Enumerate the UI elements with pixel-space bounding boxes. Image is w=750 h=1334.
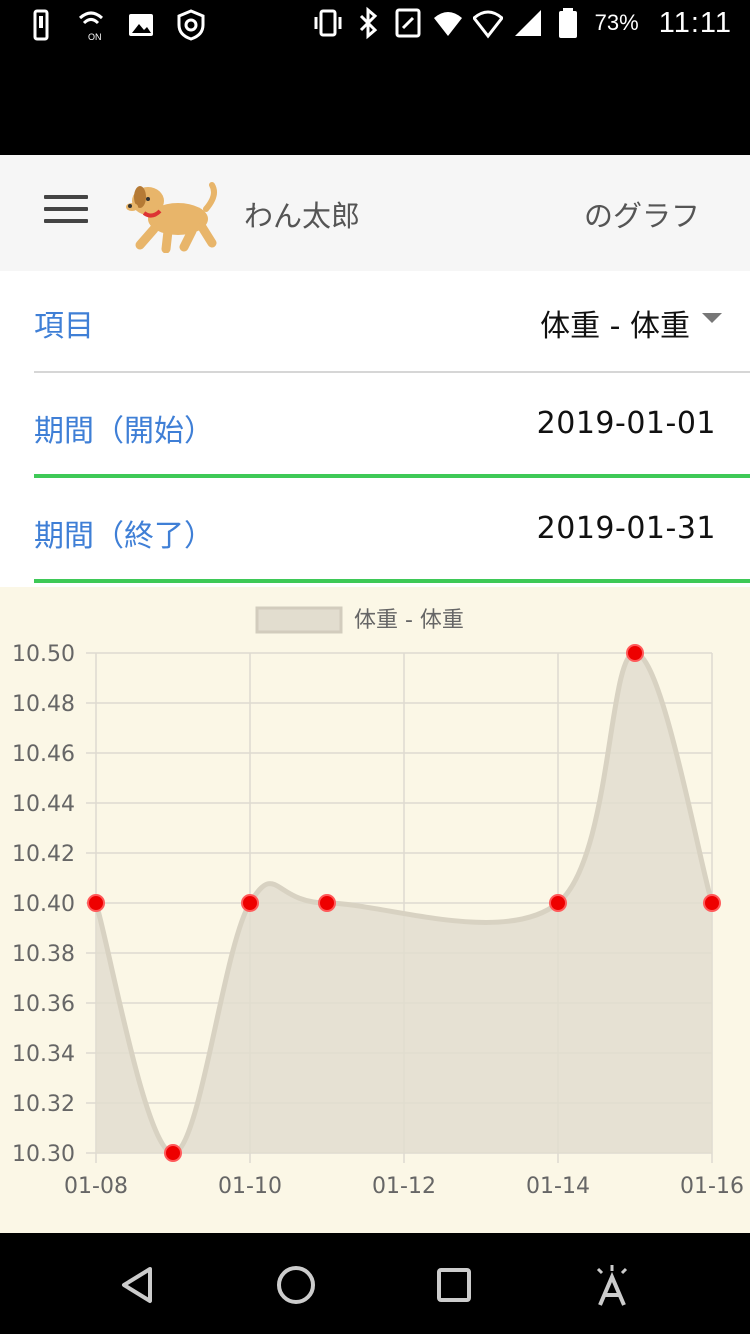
hamburger-menu-icon[interactable] [44,195,88,231]
period-start-label: 期間（開始） [34,414,214,449]
y-tick-label: 10.32 [12,1092,75,1117]
data-point[interactable] [164,1144,182,1162]
battery-percent: 73% [594,10,639,35]
status-system: 73% 11:11 [313,6,732,40]
system-nav-bar [0,1233,750,1334]
app-toolbar: わん太郎 のグラフ [0,155,750,271]
y-tick-label: 10.44 [12,792,75,817]
data-point[interactable] [549,894,567,912]
y-tick-label: 10.38 [12,942,75,967]
weight-chart: 10.50 10.48 10.46 10.44 10.42 10.40 10.38 10.36… [0,587,750,1233]
graph-title-suffix: のグラフ [583,199,700,233]
chart-canvas: 10.50 10.48 10.46 10.44 10.42 10.40 10.38 10.36… [12,606,744,1199]
chart-legend[interactable]: 体重 - 体重 [255,606,464,634]
status-notifications: ON [26,8,206,42]
usb-icon [33,9,49,41]
wifi-icon [433,12,462,36]
cell-signal-icon [514,10,541,36]
period-end-row[interactable]: 期間（終了） 2019-01-31 [34,481,750,583]
y-tick-label: 10.42 [12,842,75,867]
y-tick-label: 10.50 [12,642,75,667]
accessibility-icon[interactable] [590,1263,634,1307]
y-tick-label: 10.46 [12,742,75,767]
data-point[interactable] [241,894,259,912]
data-point[interactable] [318,894,336,912]
period-end-underline [34,579,750,583]
period-start-row[interactable]: 期間（開始） 2019-01-01 [34,376,750,478]
header-spacer [0,52,750,155]
svg-text:ON: ON [88,32,102,42]
dog-icon [126,182,217,253]
period-end-label: 期間（終了） [34,519,214,554]
data-point[interactable] [703,894,721,912]
dropdown-arrow-icon[interactable] [702,313,722,323]
graph-settings-form: 項目 体重 - 体重 期間（開始） 2019-01-01 期間（終了） 2019… [0,271,750,587]
data-point[interactable] [626,644,644,662]
x-tick-label: 01-10 [218,1174,282,1199]
legend-label: 体重 - 体重 [354,608,464,633]
period-start-input[interactable]: 2019-01-01 [537,406,716,441]
bluetooth-icon [359,6,377,40]
legend-swatch [255,606,343,634]
y-tick-label: 10.40 [12,892,75,917]
y-tick-label: 10.36 [12,992,75,1017]
battery-icon [558,8,577,38]
clock: 11:11 [658,6,732,39]
item-select-value[interactable]: 体重 - 体重 [540,301,690,345]
item-label: 項目 [34,309,94,344]
home-icon[interactable] [274,1263,318,1307]
shield-icon [177,9,205,41]
image-icon [129,14,153,36]
data-point[interactable] [87,894,105,912]
recent-apps-icon[interactable] [432,1263,476,1307]
x-axis-ticks: 01-08 01-10 01-12 01-14 01-16 [64,1174,744,1199]
pet-name: わん太郎 [244,199,361,233]
y-tick-label: 10.34 [12,1042,75,1067]
status-bar: ON 73% 11:11 [0,0,750,52]
divider [34,371,750,373]
x-tick-label: 01-14 [526,1174,590,1199]
y-tick-label: 10.48 [12,692,75,717]
wifi-calling-icon: ON [78,11,104,42]
item-select-row[interactable]: 項目 体重 - 体重 [34,271,750,373]
period-start-underline [34,474,750,478]
x-tick-label: 01-12 [372,1174,436,1199]
x-tick-label: 01-16 [680,1174,744,1199]
y-axis-ticks: 10.50 10.48 10.46 10.44 10.42 10.40 10.38 10.36… [12,642,75,1167]
x-tick-label: 01-08 [64,1174,128,1199]
back-icon[interactable] [116,1263,160,1307]
period-end-input[interactable]: 2019-01-31 [537,511,716,546]
signal-outline-icon [472,10,503,39]
nfc-icon [395,8,421,38]
y-tick-label: 10.30 [12,1142,75,1167]
vibrate-icon [314,9,342,37]
